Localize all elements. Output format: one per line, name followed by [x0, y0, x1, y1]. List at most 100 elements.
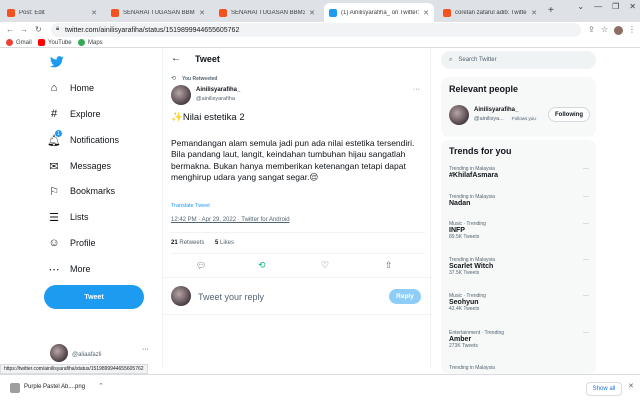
retweet-action-icon[interactable]: ⟲ — [258, 260, 266, 271]
trend-name: Seohyun — [449, 299, 479, 306]
close-tab-icon[interactable]: ✕ — [531, 9, 537, 17]
author-name[interactable]: Ainilisyarafiha_ — [196, 87, 240, 93]
show-all-button[interactable]: Show all — [586, 382, 622, 396]
reply-button[interactable]: Reply — [389, 289, 421, 304]
relevant-people-panel: Relevant people Ainilisyarafiha_ @ainili… — [441, 77, 596, 137]
gmail-icon — [6, 39, 13, 46]
new-tab-icon[interactable]: + — [548, 5, 554, 16]
tweet-button[interactable]: Tweet — [44, 285, 144, 309]
retweets-stat[interactable]: 21 Retweets — [171, 240, 204, 246]
search-input[interactable]: ⌕ Search Twitter — [441, 51, 596, 69]
browser-tab[interactable]: coretan zafarul adib: Twitter p ✕ — [438, 3, 542, 22]
more-icon[interactable]: ··· — [583, 330, 589, 336]
nav-item-home[interactable]: ⌂ Home — [48, 82, 94, 94]
nav-item-messages[interactable]: ✉︎ Messages — [48, 160, 111, 173]
browser-tab[interactable]: SENARAI TUGASAN BBM3410 ✕ — [106, 3, 210, 22]
tweet-detail-column: ← Tweet ⟲ You Retweeted Ainilisyarafiha_… — [162, 48, 432, 368]
address-bar[interactable]: 🔒︎ twitter.com/ainilisyarafiha/status/15… — [51, 23, 581, 37]
page-title: Tweet — [195, 54, 220, 64]
browser-tab[interactable]: Post: Edit ✕ — [2, 3, 102, 22]
twitter-logo-icon[interactable] — [50, 56, 64, 68]
avatar — [50, 344, 68, 362]
bookmark-gmail[interactable]: Gmail — [6, 39, 32, 46]
forward-icon[interactable]: → — [20, 25, 28, 34]
nav-item-bookmarks[interactable]: ⚐ Bookmarks — [48, 185, 115, 198]
translate-link[interactable]: Translate Tweet — [171, 203, 210, 209]
column-header: ← Tweet — [163, 48, 432, 72]
back-icon[interactable]: ← — [6, 25, 14, 34]
nav-item-notifications[interactable]: 🔔︎ 1 Notifications — [47, 130, 119, 147]
close-tab-icon[interactable]: ✕ — [309, 9, 315, 17]
trend-count: 37.5K Tweets — [449, 270, 480, 276]
trend-item[interactable]: Trending in Malaysia #KhilafAsmara ··· — [449, 166, 589, 179]
bookmarks-bar: Gmail YouTube Maps — [0, 38, 640, 48]
back-arrow-icon[interactable]: ← — [171, 53, 181, 64]
follows-you-badge: Follows you — [510, 116, 538, 121]
nav-label: Home — [70, 83, 95, 93]
close-icon[interactable]: ✕ — [628, 382, 634, 390]
reply-icon[interactable]: 💬︎ — [196, 261, 206, 270]
tab-search-icon[interactable]: ⌄ — [577, 2, 584, 11]
share-icon[interactable]: ⇧ — [385, 260, 393, 271]
star-icon[interactable]: ☆ — [601, 25, 608, 34]
reply-input[interactable]: Tweet your reply — [198, 292, 264, 302]
trend-item[interactable]: Music · Trending Seohyun 42.4K Tweets ··… — [449, 293, 589, 312]
download-bar: Purple Pastel Ab....png ⌃ Show all ✕ — [0, 374, 640, 400]
more-icon[interactable]: ··· — [583, 194, 589, 200]
trend-item[interactable]: Trending in Malaysia Nadan ··· — [449, 194, 589, 207]
trend-item[interactable]: Trending in Malaysia Scarlet Witch 37.5K… — [449, 257, 589, 276]
tab-label: (1) Ainilisyarafiha_ on Twitter: " — [341, 9, 419, 16]
blogger-icon — [7, 8, 15, 17]
trend-item[interactable]: Trending in Malaysia — [449, 365, 589, 371]
more-icon[interactable]: ··· — [583, 293, 589, 299]
following-button[interactable]: Following — [548, 107, 590, 122]
nav-item-explore[interactable]: # Explore — [48, 108, 101, 120]
reload-icon[interactable]: ↻ — [35, 25, 42, 34]
bookmark-youtube[interactable]: YouTube — [38, 39, 72, 46]
bookmark-label: Maps — [88, 39, 103, 46]
tab-label: Post: Edit — [19, 9, 45, 16]
nav-item-lists[interactable]: ☰ Lists — [48, 211, 88, 224]
likes-stat[interactable]: 5 Likes — [215, 240, 234, 246]
browser-toolbar: ← → ↻ 🔒︎ twitter.com/ainilisyarafiha/sta… — [0, 22, 640, 38]
download-filename[interactable]: Purple Pastel Ab....png — [24, 384, 85, 390]
trend-category: Trending in Malaysia — [449, 365, 495, 371]
author-avatar[interactable] — [171, 85, 191, 105]
retweeted-label: You Retweeted — [182, 76, 218, 82]
twitter-favicon-icon — [329, 8, 337, 17]
person-avatar[interactable] — [449, 105, 469, 125]
more-icon[interactable]: ··· — [583, 257, 589, 263]
profile-avatar[interactable] — [614, 26, 623, 35]
close-tab-icon[interactable]: ✕ — [199, 9, 205, 17]
close-tab-icon[interactable]: ✕ — [91, 9, 97, 17]
tweet-timestamp[interactable]: 12:42 PM · Apr 29, 2022 · Twitter for An… — [171, 217, 290, 223]
chrome-menu-icon[interactable]: ⋮ — [628, 25, 636, 34]
trend-item[interactable]: Music · Trending INFP 89.5K Tweets ··· — [449, 221, 589, 240]
more-icon[interactable]: ··· — [583, 221, 589, 227]
author-handle[interactable]: @ainilisyarafiha — [196, 96, 235, 102]
trend-item[interactable]: Entertainment · Trending Amber 273K Twee… — [449, 330, 589, 349]
chevron-up-icon[interactable]: ⌃ — [98, 382, 104, 390]
close-window-icon[interactable]: ✕ — [629, 2, 636, 11]
divider — [171, 253, 425, 254]
trends-panel: Trends for you Trending in Malaysia #Khi… — [441, 140, 596, 374]
like-icon[interactable]: ♡ — [321, 260, 329, 271]
lock-icon[interactable]: 🔒︎ — [56, 26, 59, 33]
maps-icon — [78, 39, 85, 46]
person-name[interactable]: Ainilisyarafiha_ — [474, 107, 518, 113]
status-url-bubble: https://twitter.com/ainilisyarafiha/stat… — [0, 364, 148, 374]
more-icon[interactable]: ··· — [413, 86, 420, 93]
image-file-icon — [10, 383, 20, 393]
browser-tab-active[interactable]: (1) Ainilisyarafiha_ on Twitter: " ✕ — [324, 3, 434, 22]
maximize-icon[interactable]: ❐ — [612, 2, 619, 11]
close-tab-icon[interactable]: ✕ — [423, 9, 429, 17]
more-icon[interactable]: ··· — [583, 166, 589, 172]
minimize-icon[interactable]: — — [594, 2, 602, 11]
bookmark-maps[interactable]: Maps — [78, 39, 103, 46]
nav-item-profile[interactable]: ☺ Profile — [48, 237, 95, 249]
browser-tab[interactable]: SENARAI TUGASAN BBM3410 ✕ — [214, 3, 320, 22]
youtube-icon — [38, 39, 45, 46]
share-icon[interactable]: ⇪ — [588, 25, 595, 34]
nav-item-more[interactable]: ⋯ More — [48, 263, 91, 276]
more-icon[interactable]: ··· — [142, 346, 149, 353]
